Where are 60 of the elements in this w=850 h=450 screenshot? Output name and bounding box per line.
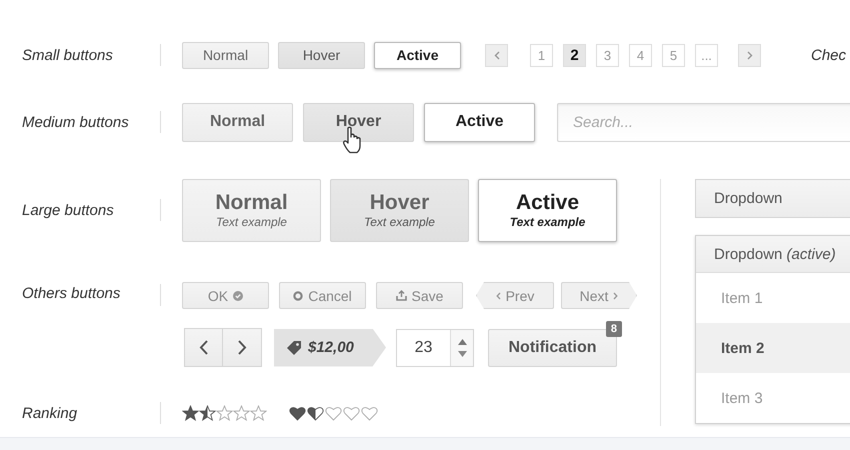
menu-item[interactable]: Item 2 bbox=[696, 323, 850, 373]
star-icon bbox=[233, 405, 250, 421]
button[interactable]: Normal bbox=[182, 102, 293, 142]
button[interactable]: Normal Text example bbox=[182, 178, 321, 242]
save-button[interactable]: Save bbox=[376, 282, 463, 309]
number-spinner[interactable]: 23 bbox=[396, 328, 474, 366]
page-button[interactable]: ... bbox=[695, 44, 718, 66]
upload-tray-icon bbox=[396, 290, 407, 301]
heart-icon bbox=[325, 406, 342, 420]
circle-icon bbox=[293, 290, 304, 300]
price-tag-button[interactable]: $12,00 bbox=[274, 328, 386, 366]
button[interactable]: Active bbox=[374, 42, 461, 68]
cancel-button[interactable]: Cancel bbox=[279, 282, 366, 309]
down-arrow-icon[interactable] bbox=[458, 350, 466, 356]
star-icon bbox=[182, 405, 199, 421]
tag-icon bbox=[286, 340, 302, 356]
section-label: Chec bbox=[810, 46, 846, 64]
row-label: Others buttons bbox=[21, 285, 122, 302]
button[interactable]: Hover bbox=[278, 42, 365, 68]
next-button[interactable] bbox=[223, 328, 262, 367]
previous-button[interactable] bbox=[184, 328, 223, 367]
heart-icon bbox=[307, 406, 324, 420]
star-icon bbox=[199, 405, 216, 421]
button[interactable]: Active Text example bbox=[478, 178, 617, 242]
button[interactable]: Normal bbox=[182, 42, 269, 68]
heart-icon bbox=[343, 406, 360, 420]
page-button[interactable]: 2 bbox=[563, 44, 586, 66]
page-button[interactable]: 4 bbox=[629, 44, 652, 66]
chevron-right-icon bbox=[613, 292, 618, 300]
ok-button[interactable]: OK bbox=[182, 282, 269, 309]
dropdown[interactable]: Dropdown bbox=[695, 179, 850, 218]
button[interactable]: Hover Text example bbox=[330, 178, 469, 242]
row-label: Medium buttons bbox=[21, 114, 130, 130]
star-icon bbox=[250, 405, 267, 421]
up-arrow-icon[interactable] bbox=[458, 338, 466, 344]
star-rating[interactable] bbox=[182, 405, 267, 421]
row-label: Large buttons bbox=[21, 202, 115, 218]
page-button[interactable]: 1 bbox=[530, 44, 553, 66]
count-badge: 8 bbox=[606, 320, 622, 336]
heart-icon bbox=[361, 406, 378, 420]
button[interactable]: Hover bbox=[303, 102, 414, 142]
chevron-left-icon bbox=[199, 340, 208, 355]
row-label: Ranking bbox=[21, 404, 78, 422]
button[interactable]: Active bbox=[424, 102, 535, 142]
menu-item[interactable]: Item 3 bbox=[696, 373, 850, 423]
chevron-right-icon bbox=[238, 340, 246, 355]
chevron-left-icon bbox=[494, 50, 500, 60]
page-button[interactable]: 3 bbox=[596, 44, 619, 66]
row-label: Small buttons bbox=[21, 46, 114, 64]
dropdown[interactable]: Dropdown (active) bbox=[696, 236, 850, 273]
search-field[interactable]: Search... bbox=[557, 102, 850, 142]
prev-button[interactable]: Prev bbox=[476, 282, 554, 309]
page-button[interactable]: 5 bbox=[662, 44, 685, 66]
chevron-left-icon bbox=[496, 292, 501, 300]
chevron-right-icon bbox=[746, 50, 752, 60]
heart-icon bbox=[289, 406, 306, 420]
star-icon bbox=[216, 405, 233, 421]
next-button[interactable]: Next bbox=[561, 282, 637, 309]
heart-rating[interactable] bbox=[289, 406, 378, 420]
check-circle-icon bbox=[233, 290, 244, 300]
